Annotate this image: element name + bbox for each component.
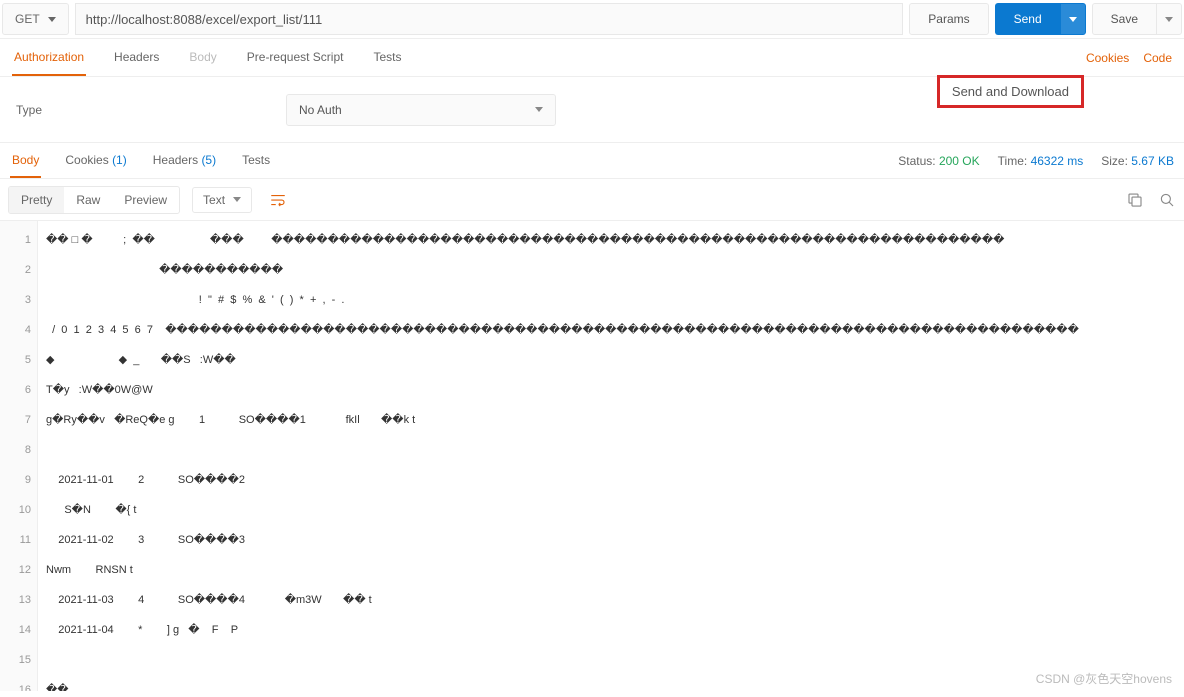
code-line: 2021-11-02 3 SO����3 <box>46 525 1176 555</box>
line-number: 1 <box>6 225 31 255</box>
resp-tab-tests[interactable]: Tests <box>240 144 272 178</box>
view-pretty[interactable]: Pretty <box>9 187 64 213</box>
code-line: T�y :W��0W@W <box>46 375 1176 405</box>
send-dropdown-toggle[interactable] <box>1060 3 1086 35</box>
code-line: S�N �{ t <box>46 495 1176 525</box>
line-number: 8 <box>6 435 31 465</box>
watermark: CSDN @灰色天空hovens <box>1036 670 1172 687</box>
chevron-down-icon <box>233 197 241 202</box>
line-number: 11 <box>6 525 31 555</box>
line-number: 6 <box>6 375 31 405</box>
code-link[interactable]: Code <box>1143 51 1172 65</box>
tab-tests[interactable]: Tests <box>371 40 403 76</box>
chevron-down-icon <box>535 107 543 112</box>
line-number: 15 <box>6 645 31 675</box>
chevron-down-icon <box>48 17 56 22</box>
tab-headers[interactable]: Headers <box>112 40 161 76</box>
code-line: 2021-11-04 * ] g � F P <box>46 615 1176 645</box>
wrap-toggle-icon[interactable] <box>264 186 292 214</box>
code-line: ◆ ◆ _ ��S :W�� <box>46 345 1176 375</box>
response-text: �� □ � ; �� ��� ������������������������… <box>38 221 1184 691</box>
save-dropdown-toggle[interactable] <box>1156 3 1182 35</box>
save-button[interactable]: Save <box>1092 3 1156 35</box>
line-number: 14 <box>6 615 31 645</box>
code-line: 2021-11-03 4 SO����4 �m3W �� t <box>46 585 1176 615</box>
tab-prerequest[interactable]: Pre-request Script <box>245 40 346 76</box>
chevron-down-icon <box>1069 17 1077 22</box>
copy-icon[interactable] <box>1126 191 1144 209</box>
code-line: ����������� ����������������������������… <box>46 255 1176 285</box>
resp-tab-cookies[interactable]: Cookies (1) <box>63 144 128 178</box>
search-icon[interactable] <box>1158 191 1176 209</box>
line-number: 9 <box>6 465 31 495</box>
response-body[interactable]: 1234567891011121314151617 �� □ � ; �� ��… <box>0 221 1184 691</box>
code-line: 2021-11-01 2 SO����2 <box>46 465 1176 495</box>
tab-body[interactable]: Body <box>187 40 218 76</box>
line-number: 16 <box>6 675 31 691</box>
view-preview[interactable]: Preview <box>112 187 179 213</box>
code-line: g�Ry��v �ReQ�e g 1 SO����1 fkIl ��k t <box>46 405 1176 435</box>
code-line: ! " # $ % & ' ( ) * + , - . <box>46 285 1176 315</box>
auth-type-select[interactable]: No Auth <box>286 94 556 126</box>
chevron-down-icon <box>1165 17 1173 22</box>
method-select[interactable]: GET <box>2 3 69 35</box>
code-line: Nwm RNSN t <box>46 555 1176 585</box>
size-label: Size: 5.67 KB <box>1101 154 1174 168</box>
auth-type-value: No Auth <box>299 103 342 117</box>
line-number: 7 <box>6 405 31 435</box>
line-gutter: 1234567891011121314151617 <box>0 221 38 691</box>
tab-authorization[interactable]: Authorization <box>12 40 86 76</box>
line-number: 2 <box>6 255 31 285</box>
line-number: 13 <box>6 585 31 615</box>
line-number: 5 <box>6 345 31 375</box>
url-input[interactable] <box>75 3 904 35</box>
cookies-link[interactable]: Cookies <box>1086 51 1129 65</box>
line-number: 4 <box>6 315 31 345</box>
code-line: �� <box>46 675 1176 691</box>
code-line <box>46 645 1176 675</box>
resp-tab-body[interactable]: Body <box>10 144 41 178</box>
auth-type-label: Type <box>16 103 286 117</box>
send-download-option[interactable]: Send and Download <box>937 75 1084 108</box>
method-label: GET <box>15 12 40 26</box>
view-raw[interactable]: Raw <box>64 187 112 213</box>
status-label: Status: 200 OK <box>898 154 979 168</box>
send-button[interactable]: Send <box>995 3 1060 35</box>
params-button[interactable]: Params <box>909 3 988 35</box>
code-line: �� □ � ; �� ��� ������������������������… <box>46 225 1176 255</box>
line-number: 10 <box>6 495 31 525</box>
line-number: 12 <box>6 555 31 585</box>
code-line <box>46 435 1176 465</box>
format-select[interactable]: Text <box>192 187 252 213</box>
resp-tab-headers[interactable]: Headers (5) <box>151 144 218 178</box>
time-label: Time: 46322 ms <box>998 154 1084 168</box>
line-number: 3 <box>6 285 31 315</box>
code-line: / 0 1 2 3 4 5 6 7 ����������������������… <box>46 315 1176 345</box>
